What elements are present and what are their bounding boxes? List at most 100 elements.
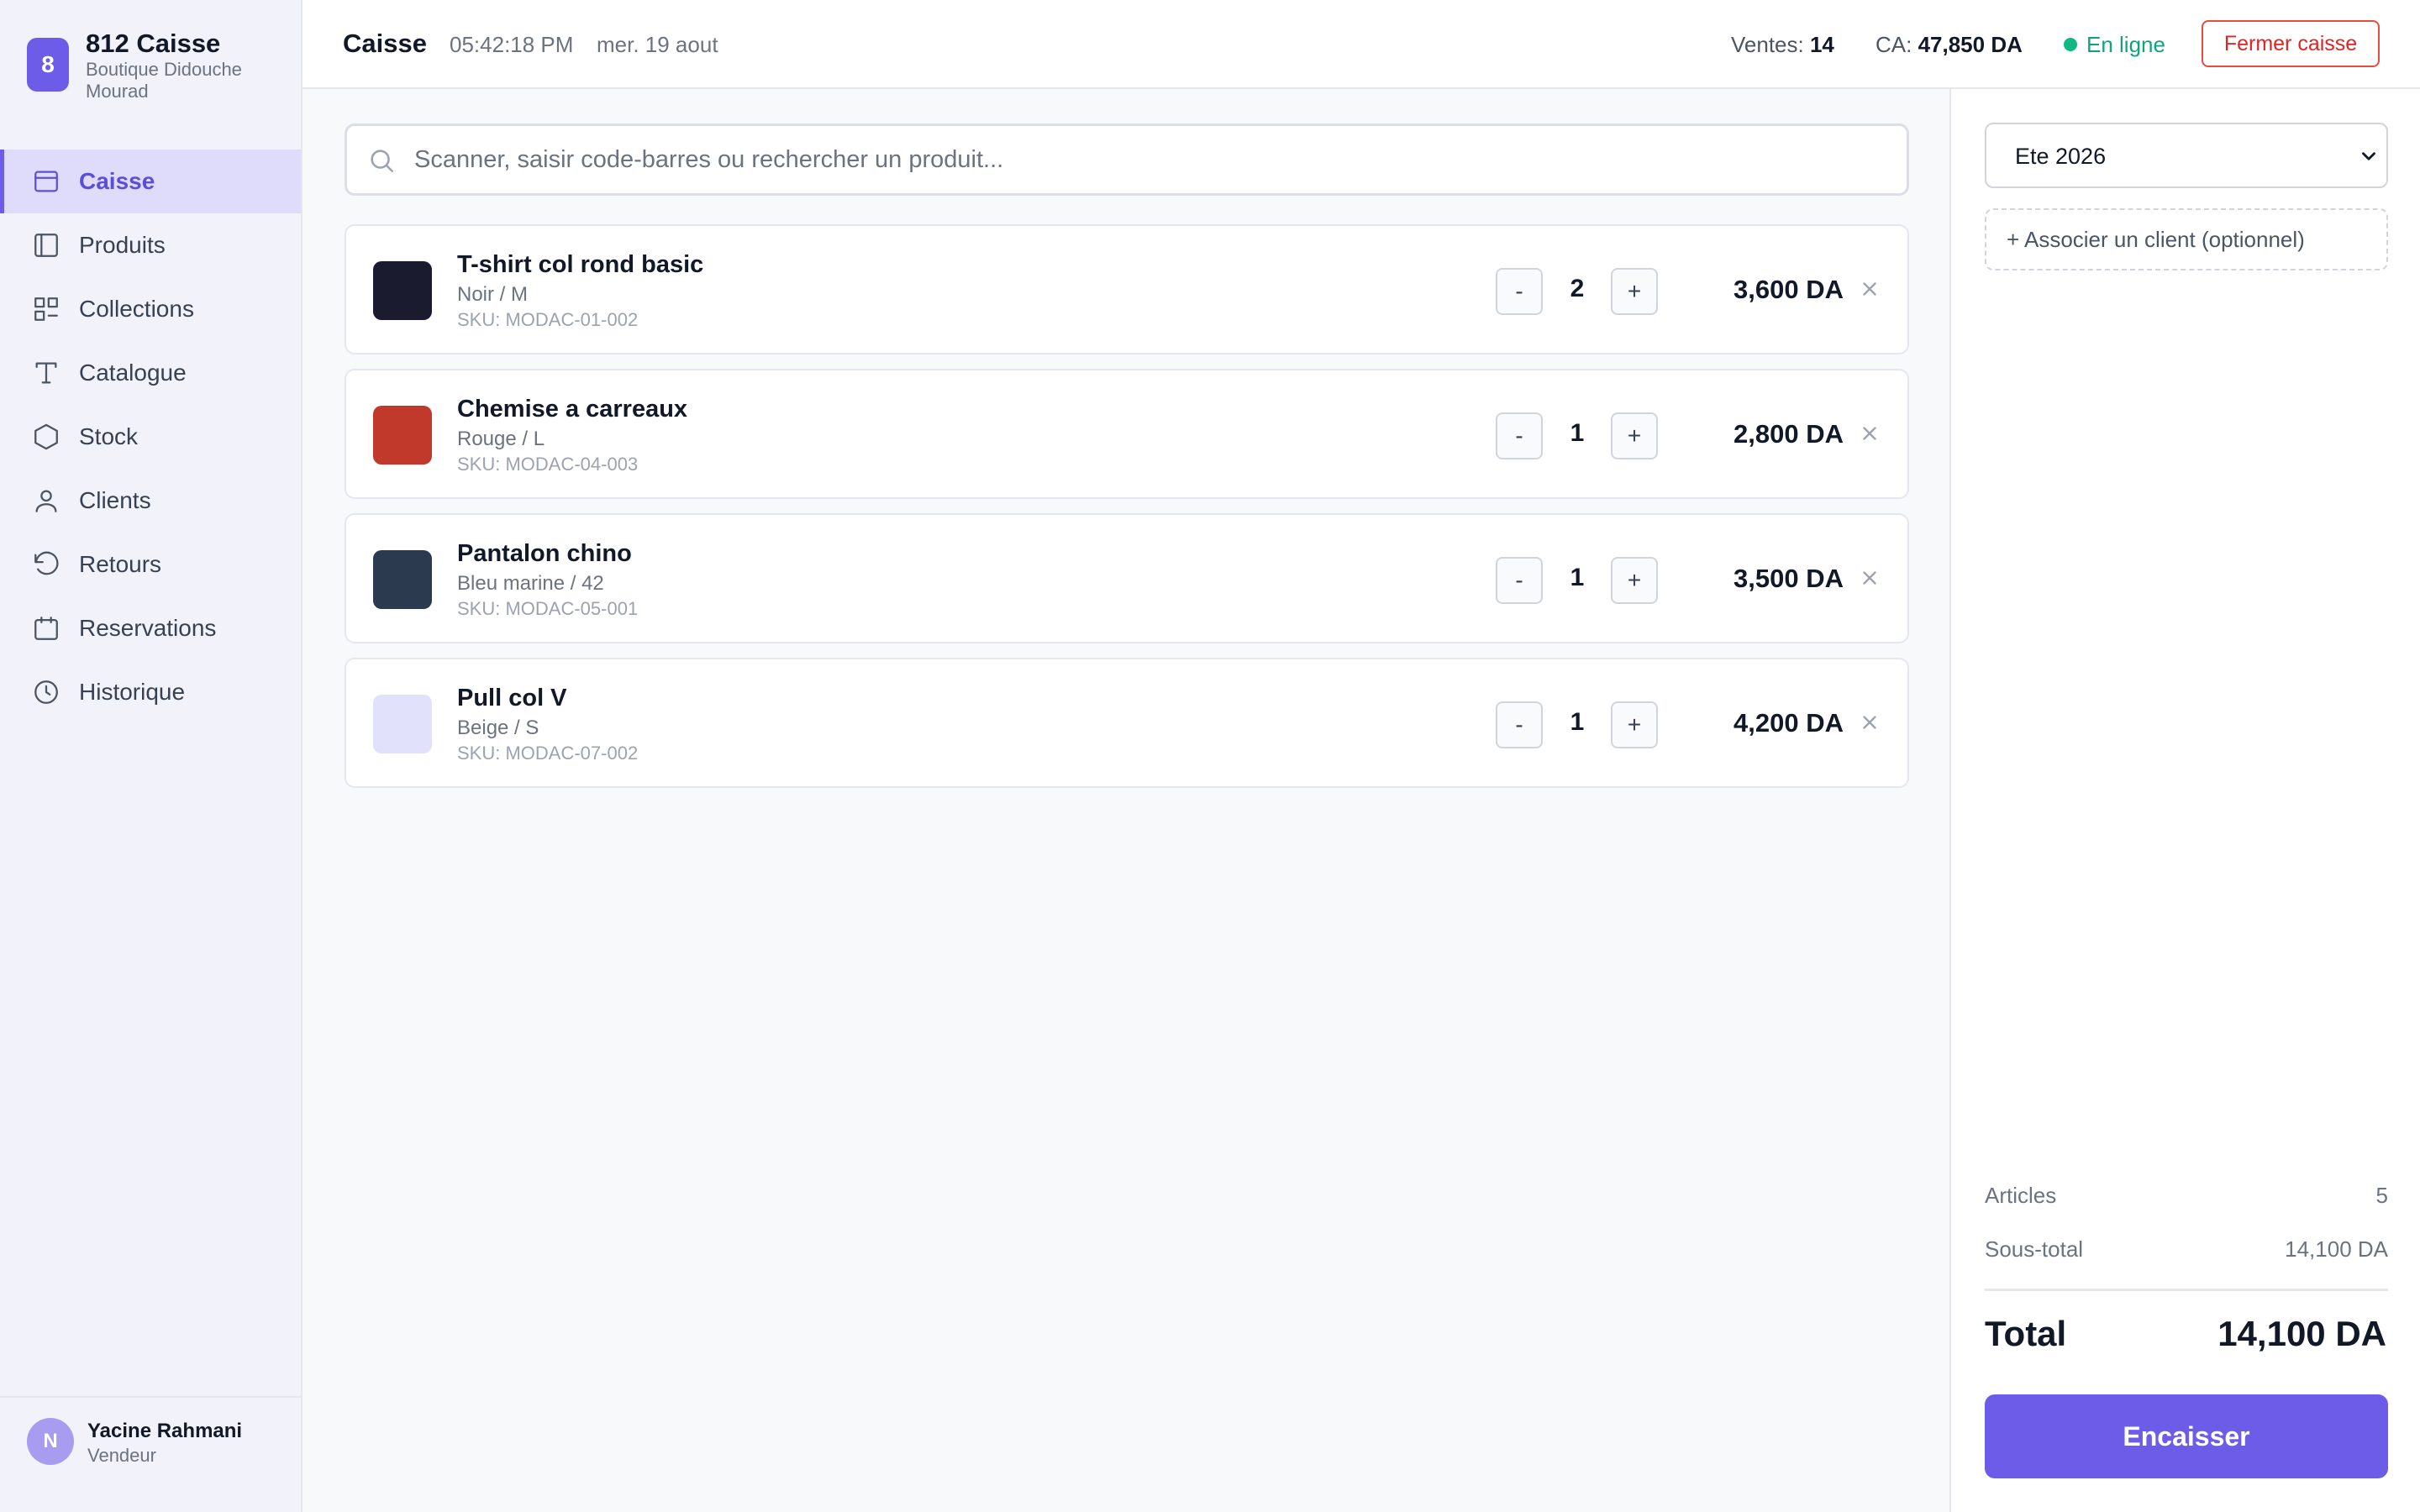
product-name: Pull col V <box>457 685 567 711</box>
product-name: Pantalon chino <box>457 540 632 567</box>
topbar: Caisse 05:42:18 PM mer. 19 aout Ventes: … <box>302 0 2420 89</box>
sidebar-item-produits[interactable]: Produits <box>0 213 301 277</box>
brand-name: 812 Caisse <box>86 29 221 58</box>
product-variant: Beige / S <box>457 717 539 739</box>
user-icon <box>32 486 60 515</box>
sidebar-item-label: Reservations <box>79 615 217 641</box>
sidebar-item-label: Clients <box>79 487 151 513</box>
revenue-label: CA: <box>1876 32 1912 57</box>
sidebar-nav: Caisse Produits Collections Catalogue St… <box>0 150 301 724</box>
sidebar-item-label: Retours <box>79 551 162 577</box>
order-summary-panel: Ete 2026 + Associer un client (optionnel… <box>1949 89 2420 1512</box>
remove-item-icon[interactable] <box>1859 567 1881 589</box>
product-name: T-shirt col rond basic <box>457 251 704 278</box>
products-icon <box>32 231 60 260</box>
sales-label: Ventes: <box>1731 32 1804 57</box>
revenue-value: 47,850 DA <box>1918 32 2023 57</box>
close-register-button[interactable]: Fermer caisse <box>2202 20 2380 67</box>
product-sku: SKU: MODAC-07-002 <box>457 743 639 764</box>
sidebar-item-clients[interactable]: Clients <box>0 469 301 533</box>
product-color-swatch <box>373 261 432 320</box>
user-name: Yacine Rahmani <box>87 1420 243 1442</box>
articles-label: Articles <box>1985 1183 2057 1208</box>
cart-item: Pantalon chino Bleu marine / 42 SKU: MOD… <box>345 513 1909 643</box>
remove-item-icon[interactable] <box>1859 711 1881 733</box>
collection-selected-value: Ete 2026 <box>2015 144 2107 169</box>
associate-client-button[interactable]: + Associer un client (optionnel) <box>1985 208 2388 270</box>
catalogue-icon <box>32 359 60 387</box>
decrease-quantity-button[interactable]: - <box>1496 557 1543 604</box>
product-color-swatch <box>373 550 432 609</box>
decrease-quantity-button[interactable]: - <box>1496 268 1543 315</box>
articles-value: 5 <box>2375 1183 2388 1208</box>
current-date: mer. 19 aout <box>597 32 718 57</box>
remove-item-icon[interactable] <box>1859 423 1881 444</box>
articles-row: Articles 5 <box>1985 1183 2388 1209</box>
line-price: 3,600 DA <box>1733 275 1844 304</box>
clock-icon <box>32 678 60 706</box>
product-name: Chemise a carreaux <box>457 396 688 423</box>
subtotal-label: Sous-total <box>1985 1236 2084 1262</box>
product-sku: SKU: MODAC-01-002 <box>457 309 639 330</box>
sidebar-item-historique[interactable]: Historique <box>0 660 301 724</box>
remove-item-icon[interactable] <box>1859 278 1881 300</box>
sales-count: Ventes: 14 <box>1731 32 1834 58</box>
increase-quantity-button[interactable]: + <box>1611 412 1658 459</box>
brand: 8 812 Caisse Boutique Didouche Mourad <box>27 29 296 102</box>
brand-logo: 8 <box>27 38 69 92</box>
sidebar-item-label: Stock <box>79 423 139 449</box>
total-label: Total <box>1985 1314 2067 1353</box>
decrease-quantity-button[interactable]: - <box>1496 701 1543 748</box>
sidebar-item-label: Produits <box>79 232 166 258</box>
cart-item: T-shirt col rond basic Noir / M SKU: MOD… <box>345 224 1909 354</box>
chevron-down-icon <box>2358 145 2380 167</box>
line-price: 4,200 DA <box>1733 708 1844 738</box>
divider <box>1985 1289 2388 1291</box>
status-badge: En ligne <box>2086 32 2165 57</box>
clock-time: 05:42:18 PM <box>450 32 574 57</box>
line-price: 3,500 DA <box>1733 564 1844 593</box>
product-variant: Bleu marine / 42 <box>457 572 604 595</box>
store-name: Boutique Didouche Mourad <box>86 59 242 102</box>
increase-quantity-button[interactable]: + <box>1611 557 1658 604</box>
status-dot-icon <box>2064 38 2077 51</box>
decrease-quantity-button[interactable]: - <box>1496 412 1543 459</box>
sidebar: 8 812 Caisse Boutique Didouche Mourad Ca… <box>0 0 302 1512</box>
product-color-swatch <box>373 406 432 465</box>
sidebar-item-label: Historique <box>79 679 186 705</box>
sidebar-item-collections[interactable]: Collections <box>0 277 301 341</box>
sidebar-item-catalogue[interactable]: Catalogue <box>0 341 301 405</box>
cart-item: Pull col V Beige / S SKU: MODAC-07-002 -… <box>345 658 1909 788</box>
quantity-value: 2 <box>1570 275 1585 302</box>
collections-icon <box>32 295 60 323</box>
product-sku: SKU: MODAC-04-003 <box>457 454 639 475</box>
quantity-value: 1 <box>1570 419 1585 447</box>
product-color-swatch <box>373 695 432 753</box>
user-role: Vendeur <box>87 1445 156 1466</box>
sidebar-item-reservations[interactable]: Reservations <box>0 596 301 660</box>
revenue: CA: 47,850 DA <box>1876 32 2023 58</box>
sidebar-item-stock[interactable]: Stock <box>0 405 301 469</box>
line-price: 2,800 DA <box>1733 419 1844 449</box>
product-variant: Noir / M <box>457 283 528 306</box>
increase-quantity-button[interactable]: + <box>1611 701 1658 748</box>
search-input[interactable] <box>414 139 1876 180</box>
register-icon <box>32 167 60 196</box>
subtotal-value: 14,100 DA <box>2285 1236 2388 1262</box>
product-sku: SKU: MODAC-05-001 <box>457 598 639 619</box>
sidebar-item-caisse[interactable]: Caisse <box>0 150 301 213</box>
sidebar-item-label: Catalogue <box>79 360 187 386</box>
product-search <box>345 123 1909 196</box>
collection-select[interactable]: Ete 2026 <box>1985 123 2388 188</box>
increase-quantity-button[interactable]: + <box>1611 268 1658 315</box>
search-icon <box>367 146 396 175</box>
checkout-button[interactable]: Encaisser <box>1985 1394 2388 1478</box>
sidebar-item-retours[interactable]: Retours <box>0 533 301 596</box>
sales-value: 14 <box>1809 32 1834 57</box>
sidebar-item-label: Caisse <box>79 168 155 194</box>
returns-icon <box>32 550 60 579</box>
subtotal-row: Sous-total 14,100 DA <box>1985 1236 2388 1263</box>
user-profile[interactable]: N Yacine Rahmani Vendeur <box>0 1396 301 1512</box>
total-value: 14,100 DA <box>2217 1314 2386 1353</box>
sidebar-item-label: Collections <box>79 296 194 322</box>
